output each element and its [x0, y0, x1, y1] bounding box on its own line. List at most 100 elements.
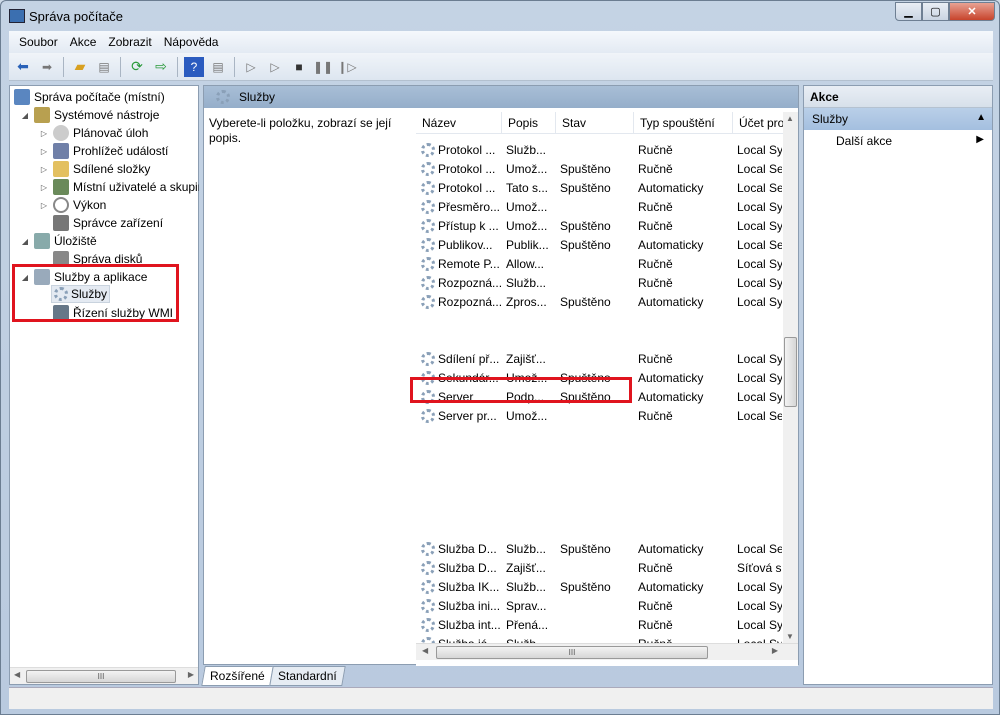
start-icon[interactable]: ▷ [241, 57, 261, 77]
collapse-up-icon[interactable]: ▲ [976, 112, 986, 123]
service-startup-type: Automaticky [638, 370, 704, 385]
expand-icon[interactable]: ▷ [39, 129, 49, 138]
service-description: Umož... [506, 408, 548, 423]
service-startup-type: Ručně [638, 199, 673, 214]
service-startup-type: Automaticky [638, 180, 704, 195]
service-logon-as: Local Sy [737, 142, 782, 157]
service-name: Server pr... [421, 408, 506, 423]
service-startup-type: Automaticky [638, 579, 704, 594]
list-vertical-scrollbar[interactable]: ▲ ▼ [783, 112, 798, 647]
export-icon[interactable]: ⇨ [151, 57, 171, 77]
list-horizontal-scrollbar[interactable]: ◀ III ▶ [416, 643, 798, 660]
tab-extended[interactable]: Rozšířené [201, 666, 274, 686]
menu-akce[interactable]: Akce [68, 31, 103, 53]
service-startup-type: Ručně [638, 161, 673, 176]
service-status: Spuštěno [560, 294, 611, 309]
performance-icon [53, 197, 69, 213]
more-actions[interactable]: Další akce ▶ [804, 130, 992, 152]
service-row[interactable]: Služba D... Zajišť... Ručně Síťová sl [421, 558, 782, 577]
service-row[interactable]: Přesměro... Umož... Ručně Local Sy [421, 197, 782, 216]
service-row[interactable]: Služba int... Přená... Ručně Local Sy [421, 615, 782, 634]
gear-icon [421, 275, 435, 290]
expand-icon[interactable]: ▷ [39, 183, 49, 192]
expand-icon[interactable]: ▷ [39, 165, 49, 174]
actions-pane: Akce Služby ▲ Další akce ▶ [803, 85, 993, 685]
resume-icon[interactable]: ❙▷ [337, 57, 357, 77]
column-header-name[interactable]: Název [416, 112, 502, 133]
close-button[interactable]: ✕ [949, 2, 995, 21]
show-hide-action-icon[interactable]: ▤ [208, 57, 228, 77]
refresh-icon[interactable]: ⟳ [127, 57, 147, 77]
tree-performance[interactable]: ▷ Výkon [39, 196, 106, 214]
tree-device-manager[interactable]: Správce zařízení [53, 214, 163, 232]
tree-root[interactable]: Správa počítače (místní) [14, 88, 165, 106]
status-bar [9, 687, 993, 709]
pause-icon[interactable]: ❚❚ [313, 57, 333, 77]
help-icon[interactable]: ? [184, 56, 204, 77]
service-status: Spuštěno [560, 541, 611, 556]
column-header-logon-as[interactable]: Účet pro [733, 112, 786, 133]
service-description: Přená... [506, 617, 549, 632]
tree-local-users[interactable]: ▷ Místní uživatelé a skupiny [39, 178, 199, 196]
service-row[interactable]: Služba ini... Sprav... Ručně Local Sy [421, 596, 782, 615]
service-description: Služb... [506, 541, 547, 556]
service-startup-type: Ručně [638, 351, 673, 366]
gear-icon [421, 256, 435, 271]
service-startup-type: Automaticky [638, 541, 704, 556]
service-row[interactable]: Remote P... Allow... Ručně Local Sy [421, 254, 782, 273]
description-text: Vyberete-li položku, zobrazí se její pop… [209, 116, 392, 145]
service-row[interactable]: Přístup k ... Umož... Spuštěno Ručně Local S… [421, 216, 782, 235]
tree-horizontal-scrollbar[interactable]: ◀ III ▶ [10, 667, 198, 684]
menu-bar: Soubor Akce Zobrazit Nápověda [9, 31, 993, 53]
menu-zobrazit[interactable]: Zobrazit [106, 31, 157, 53]
service-row[interactable]: Rozpozná... Služb... Ručně Local Sy [421, 273, 782, 292]
service-row[interactable]: Služba D... Služb... Spuštěno Automaticky Lo… [421, 539, 782, 558]
service-row[interactable]: Protokol ... Tato s... Spuštěno Automaticky… [421, 178, 782, 197]
minimize-button[interactable]: ▁ [895, 2, 922, 21]
expand-icon[interactable]: ▷ [39, 147, 49, 156]
column-header-startup-type[interactable]: Typ spouštění [634, 112, 733, 133]
collapse-icon[interactable]: ◢ [20, 111, 30, 120]
tree-event-viewer[interactable]: ▷ Prohlížeč událostí [39, 142, 168, 160]
toolbar: ⬅ ➡ ▰ ▤ ⟳ ⇨ ? ▤ ▷ ▷ ■ ❚❚ ❙▷ [9, 53, 993, 81]
gear-icon [421, 237, 435, 252]
service-logon-as: Local Sy [737, 199, 782, 214]
service-row[interactable]: Sdílení př... Zajišť... Ručně Local Sy [421, 349, 782, 368]
gear-icon [421, 579, 435, 594]
service-row[interactable]: Služba IK... Služb... Spuštěno Automaticky L… [421, 577, 782, 596]
service-description: Zajišť... [506, 560, 546, 575]
back-icon[interactable]: ⬅ [13, 57, 33, 77]
tree-storage[interactable]: ◢ Úložiště [20, 232, 97, 250]
stop-icon[interactable]: ■ [289, 57, 309, 77]
tree-shared-folders[interactable]: ▷ Sdílené složky [39, 160, 150, 178]
menu-soubor[interactable]: Soubor [17, 31, 64, 53]
start-alt-icon[interactable]: ▷ [265, 57, 285, 77]
service-status: Spuštěno [560, 218, 611, 233]
maximize-button[interactable]: ▢ [922, 2, 949, 21]
column-header-description[interactable]: Popis [502, 112, 556, 133]
tab-standard[interactable]: Standardní [268, 666, 346, 686]
tree-task-scheduler[interactable]: ▷ Plánovač úloh [39, 124, 148, 142]
service-logon-as: Local Se [737, 180, 782, 195]
service-name: Remote P... [421, 256, 506, 271]
expand-icon[interactable]: ▷ [39, 201, 49, 210]
service-row[interactable]: Server pr... Umož... Ručně Local Se [421, 406, 782, 425]
forward-icon[interactable]: ➡ [37, 57, 57, 77]
shared-folder-icon [53, 161, 69, 177]
column-header-status[interactable]: Stav [556, 112, 634, 133]
actions-section-services[interactable]: Služby ▲ [804, 108, 992, 130]
service-row[interactable]: Publikov... Publik... Spuštěno Automaticky L… [421, 235, 782, 254]
service-row[interactable]: Protokol ... Umož... Spuštěno Ručně Local Se [421, 159, 782, 178]
service-logon-as: Síťová sl [737, 560, 782, 575]
menu-napoveda[interactable]: Nápověda [162, 31, 225, 53]
service-logon-as: Local Sy [737, 389, 782, 404]
service-description: Tato s... [506, 180, 549, 195]
gear-icon [421, 294, 435, 309]
service-row[interactable]: Rozpozná... Zpros... Spuštěno Automaticky Lo… [421, 292, 782, 311]
collapse-icon[interactable]: ◢ [20, 237, 30, 246]
tree-system-tools[interactable]: ◢ Systémové nástroje [20, 106, 159, 124]
up-icon[interactable]: ▰ [70, 57, 90, 77]
show-hide-tree-icon[interactable]: ▤ [94, 57, 114, 77]
service-row[interactable]: Protokol ... Služb... Ručně Local Sy [421, 140, 782, 159]
service-startup-type: Ručně [638, 598, 673, 613]
